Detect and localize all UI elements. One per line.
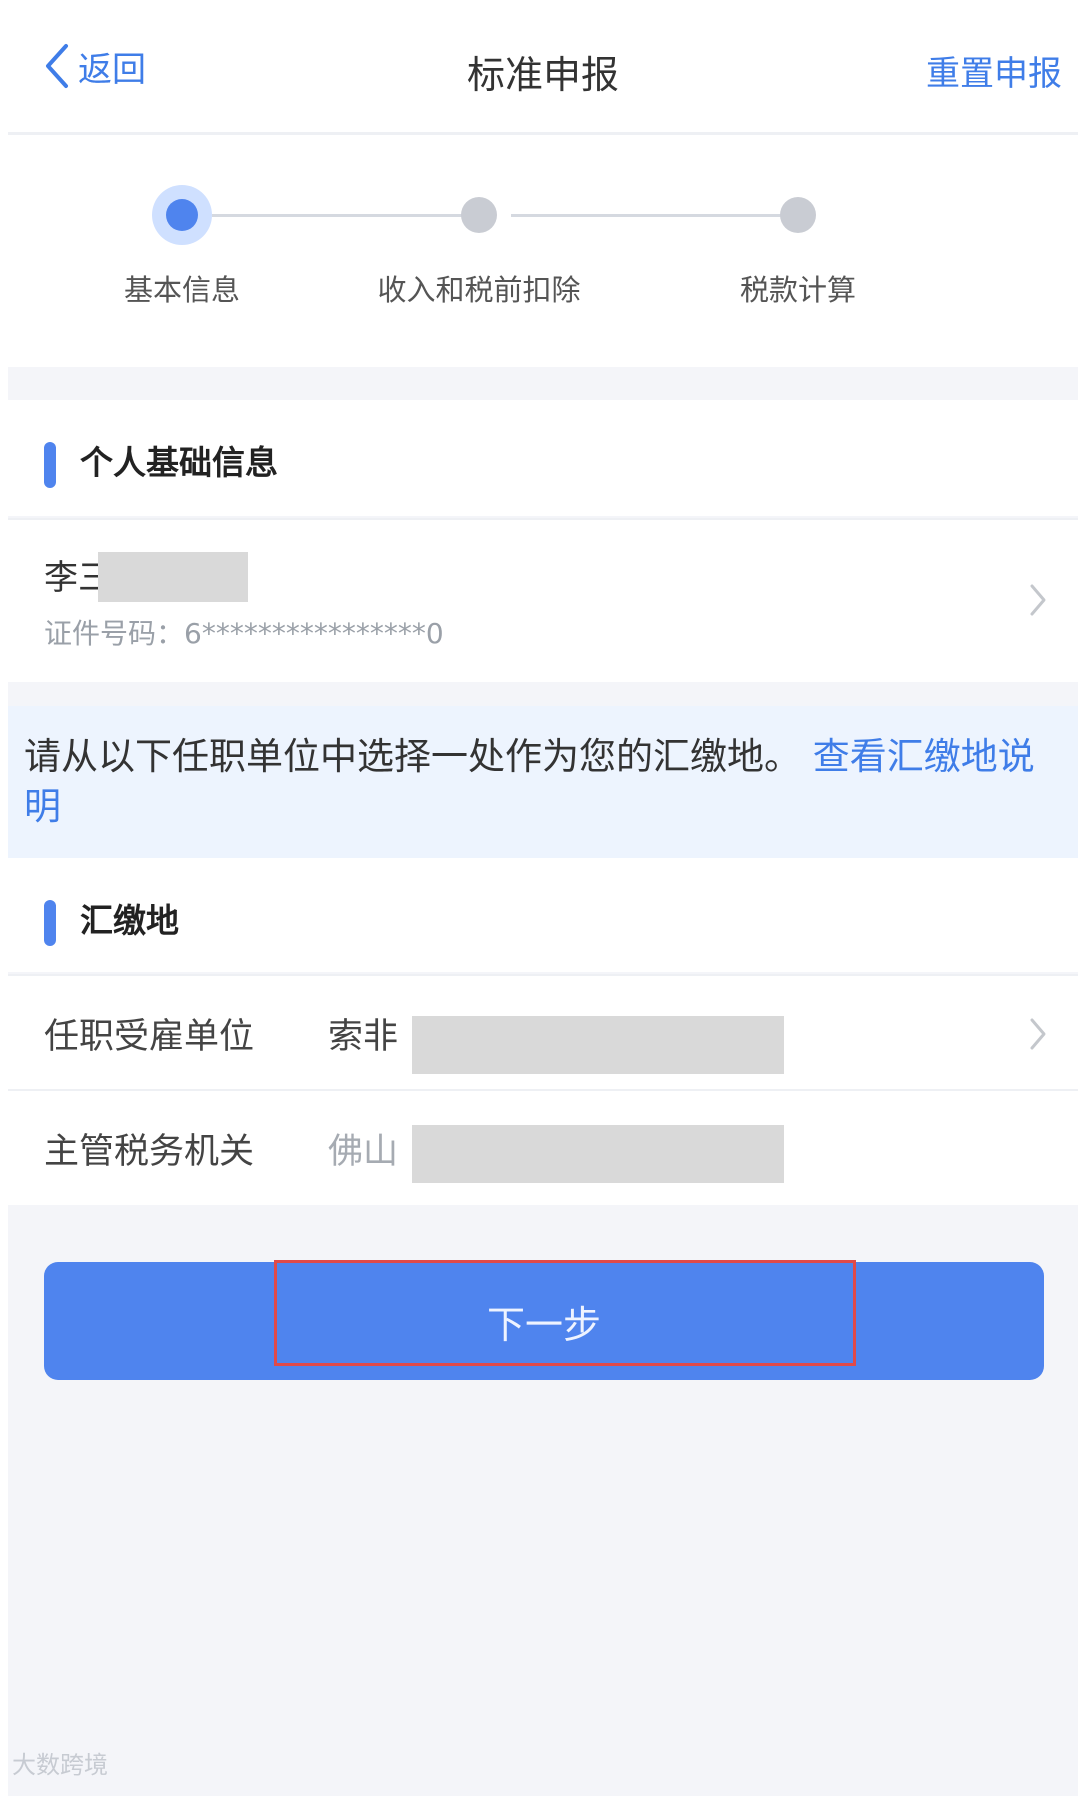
personal-info-row[interactable]: 李三 证件号码：6****************0 [8, 518, 1078, 682]
personal-info-section-header: 个人基础信息 [8, 400, 1078, 516]
tax-location-notice: 请从以下任职单位中选择一处作为您的汇缴地。 查看汇缴地说明 [8, 706, 1078, 858]
reset-declaration-button[interactable]: 重置申报 [926, 46, 1062, 95]
screen: 返回 标准申报 重置申报 基本信息 收入和税前扣除 税款计算 个人基础信息 李三… [8, 0, 1078, 1796]
redacted-block [412, 1016, 784, 1074]
step-connector [511, 214, 794, 217]
step-label-basic-info: 基本信息 [123, 273, 240, 307]
payment-location-section-header: 汇缴地 [8, 858, 1078, 972]
next-step-button[interactable]: 下一步 [44, 1262, 1044, 1380]
step-dot [461, 197, 497, 233]
section-accent-bar [44, 900, 56, 946]
section-title: 汇缴地 [80, 901, 179, 940]
step-dot-active [152, 185, 212, 245]
employer-value: 索非 [328, 1017, 399, 1057]
tax-authority-label: 主管税务机关 [44, 1132, 255, 1172]
employer-row[interactable]: 任职受雇单位 索非 [8, 974, 1078, 1090]
notice-text: 请从以下任职单位中选择一处作为您的汇缴地。 [24, 735, 801, 778]
page-title: 标准申报 [466, 53, 619, 97]
id-number: 证件号码：6****************0 [44, 617, 444, 650]
chevron-right-icon [1030, 1018, 1046, 1050]
redacted-block [412, 1125, 784, 1183]
step-connector [212, 214, 475, 217]
progress-stepper: 基本信息 收入和税前扣除 税款计算 [8, 135, 1078, 367]
employer-label: 任职受雇单位 [44, 1017, 255, 1057]
tax-authority-value: 佛山 [328, 1132, 399, 1172]
step-dot [780, 197, 816, 233]
notice-text-block: 请从以下任职单位中选择一处作为您的汇缴地。 查看汇缴地说明 [24, 732, 1064, 832]
section-accent-bar [44, 442, 56, 488]
nav-header: 返回 标准申报 重置申报 [8, 0, 1078, 135]
section-title: 个人基础信息 [80, 443, 278, 482]
chevron-right-icon [1030, 584, 1046, 616]
step-label-tax-calc: 税款计算 [739, 273, 856, 307]
redacted-block [98, 552, 248, 602]
step-label-income: 收入和税前扣除 [377, 273, 581, 307]
tax-authority-row: 主管税务机关 佛山 [8, 1089, 1078, 1205]
watermark: 大数跨境 [12, 1751, 108, 1779]
